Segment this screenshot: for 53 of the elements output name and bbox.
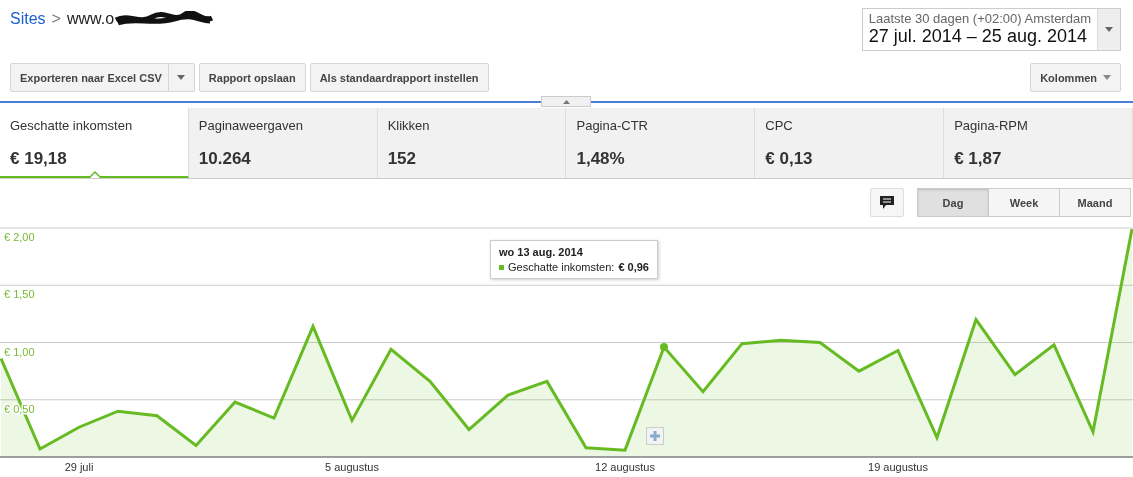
toolbar-button[interactable]: Rapport opslaan (198, 63, 306, 92)
date-range-picker[interactable]: Laatste 30 dagen (+02:00) Amsterdam 27 jul. 2014 – 25 aug. 2014 (861, 8, 1121, 51)
tooltip-value: € 0,96 (618, 261, 649, 273)
toolbar-button[interactable]: Als standaardrapport instellen (309, 63, 489, 92)
metric-value: 10.264 (198, 149, 252, 169)
caret-icon (1105, 27, 1113, 32)
metric-label: Pagina-RPM (954, 118, 1029, 133)
metric-label: Klikken (387, 118, 431, 133)
y-axis-label: € 1,00 (4, 345, 35, 358)
tooltip-date: wo 13 aug. 2014 (499, 246, 584, 258)
x-axis-label: 29 juli (64, 461, 94, 473)
x-axis-label: 5 augustus (325, 461, 379, 473)
export-button[interactable]: Exporteren naar Excel CSV (10, 63, 195, 92)
period-tab[interactable]: Week (988, 188, 1060, 217)
metric-tab[interactable]: Pagina-RPM € 1,87 (944, 108, 1133, 178)
date-preset: Laatste 30 dagen (+02:00) Amsterdam (868, 11, 1091, 26)
add-annotation-button[interactable] (646, 427, 664, 445)
y-axis-label: € 1,50 (4, 288, 35, 301)
metric-tab[interactable]: Pagina-CTR 1,48% (566, 108, 756, 178)
plus-icon (650, 431, 660, 441)
metric-tab[interactable]: CPC € 0,13 (755, 108, 945, 178)
metric-label: Geschatte inkomsten (10, 118, 134, 133)
comment-icon (880, 196, 894, 209)
metric-value: 152 (387, 149, 418, 169)
tooltip-series: Geschatte inkomsten: (508, 261, 615, 273)
metric-label: Paginaweergaven (198, 118, 304, 133)
sites-link[interactable]: Sites (10, 10, 46, 28)
period-tab[interactable]: Dag (917, 188, 989, 217)
columns-button[interactable]: Kolommen (1030, 63, 1121, 92)
metric-tab[interactable]: Klikken 152 (377, 108, 567, 178)
metric-value: 1,48% (576, 149, 626, 169)
x-axis-label: 19 augustus (868, 461, 928, 473)
hover-point (660, 343, 668, 352)
selection-notch (89, 171, 101, 178)
period-tab[interactable]: Maand (1059, 188, 1131, 217)
metric-value: € 19,18 (10, 149, 68, 169)
caret-up-icon (562, 99, 570, 104)
metric-label: CPC (765, 118, 794, 133)
caret-icon (1103, 75, 1111, 80)
metric-tab[interactable]: Geschatte inkomsten € 19,18 (0, 108, 189, 178)
metric-label: Pagina-CTR (576, 118, 649, 133)
y-axis-label: € 2,00 (4, 231, 35, 243)
site-name: www.o (66, 10, 115, 28)
date-range: 27 jul. 2014 – 25 aug. 2014 (868, 26, 1088, 47)
annotation-button[interactable] (870, 188, 904, 217)
caret-icon (176, 75, 185, 80)
legend-swatch (499, 264, 504, 270)
collapse-handle[interactable] (541, 96, 591, 107)
x-axis-label: 12 augustus (595, 461, 655, 473)
metric-tab[interactable]: Paginaweergaven 10.264 (188, 108, 378, 178)
breadcrumb-separator: > (51, 10, 61, 28)
metric-value: € 0,13 (765, 149, 814, 169)
metric-value: € 1,87 (954, 149, 1003, 169)
